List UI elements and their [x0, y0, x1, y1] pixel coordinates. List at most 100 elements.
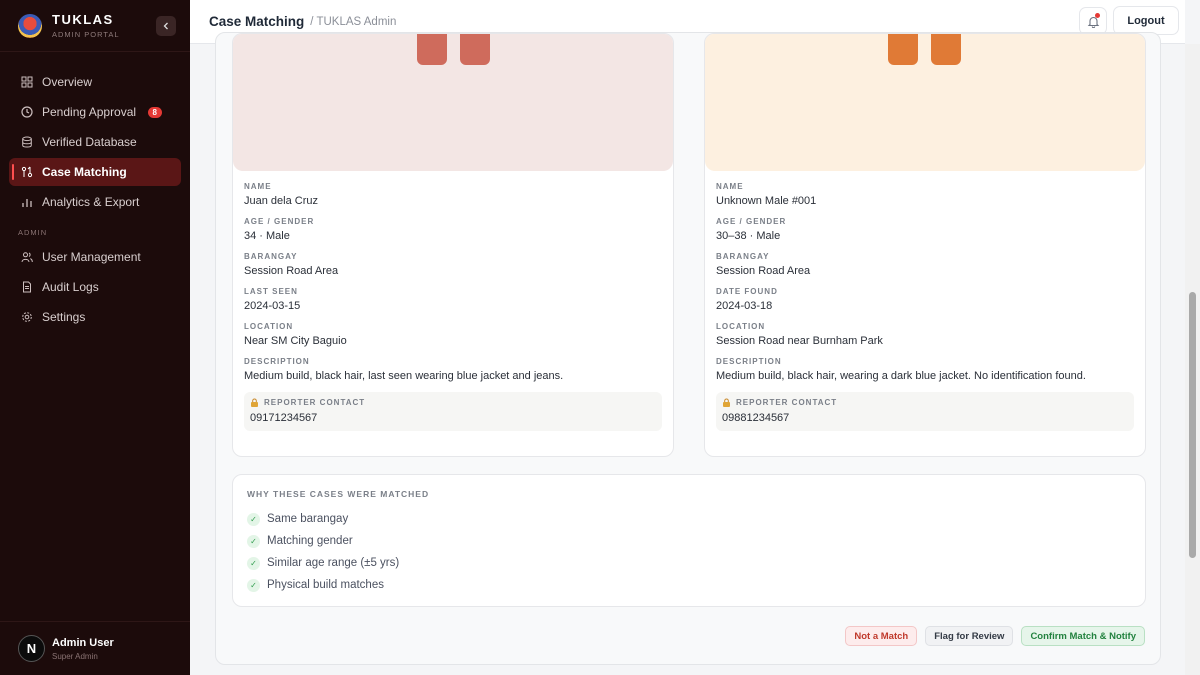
page-scrollbar[interactable]	[1185, 44, 1200, 675]
sidebar-item-label: Settings	[42, 310, 86, 324]
brand-name: TUKLAS	[52, 12, 114, 27]
check-icon: ✓	[247, 512, 260, 526]
user-role: Super Admin	[52, 651, 98, 661]
brand: TUKLAS ADMIN PORTAL	[0, 0, 190, 52]
file-icon	[20, 280, 34, 294]
collapse-sidebar-button[interactable]	[156, 15, 176, 36]
field-value-name: Juan dela Cruz	[244, 195, 318, 207]
field-label-description: DESCRIPTION	[716, 357, 782, 366]
lock-icon	[251, 398, 258, 407]
sidebar-item-pending-approval[interactable]: Pending Approval 8	[9, 98, 181, 126]
contact-phone: 09171234567	[250, 412, 318, 424]
reporter-contact: REPORTER CONTACT 09881234567	[716, 392, 1134, 431]
gear-icon	[20, 310, 34, 324]
pending-count-badge: 8	[147, 106, 162, 118]
field-value-location: Session Road near Burnham Park	[716, 335, 883, 347]
found-person-card: NAME Unknown Male #001 AGE / GENDER 30–3…	[704, 33, 1146, 457]
field-label-name: NAME	[716, 182, 744, 191]
field-value-description: Medium build, black hair, last seen wear…	[244, 370, 564, 382]
field-value-name: Unknown Male #001	[716, 195, 817, 207]
brand-subtitle: ADMIN PORTAL	[52, 30, 120, 39]
sidebar-item-user-management[interactable]: User Management	[9, 243, 181, 271]
contact-label: REPORTER CONTACT	[736, 398, 838, 407]
field-label-date-found: DATE FOUND	[716, 287, 778, 296]
sidebar-item-label: User Management	[42, 250, 141, 264]
missing-person-card: NAME Juan dela Cruz AGE / GENDER 34 · Ma…	[232, 33, 674, 457]
flag-for-review-button[interactable]: Flag for Review	[925, 626, 1014, 646]
field-label-description: DESCRIPTION	[244, 357, 310, 366]
sidebar-item-settings[interactable]: Settings	[9, 303, 181, 331]
field-label-barangay: BARANGAY	[244, 252, 298, 261]
match-panel: NAME Juan dela Cruz AGE / GENDER 34 · Ma…	[215, 32, 1161, 665]
field-label-name: NAME	[244, 182, 272, 191]
confirm-match-button[interactable]: Confirm Match & Notify	[1021, 626, 1145, 646]
avatar: N	[18, 635, 45, 662]
field-value-location: Near SM City Baguio	[244, 335, 347, 347]
sidebar-item-verified-database[interactable]: Verified Database	[9, 128, 181, 156]
check-icon: ✓	[247, 578, 260, 592]
contact-phone: 09881234567	[722, 412, 790, 424]
case-photo-placeholder	[705, 34, 1145, 171]
notifications-button[interactable]	[1079, 7, 1107, 35]
field-value-last-seen: 2024-03-15	[244, 300, 301, 312]
photo-shape	[931, 34, 961, 65]
field-label-last-seen: LAST SEEN	[244, 287, 298, 296]
field-value-age-gender: 30–38 · Male	[716, 230, 781, 242]
case-photo-placeholder	[233, 34, 673, 171]
match-icon	[20, 165, 34, 179]
field-label-age-gender: AGE / GENDER	[244, 217, 315, 226]
sidebar-item-label: Analytics & Export	[42, 195, 140, 209]
page-title: Case Matching	[209, 14, 305, 29]
match-reason-text: Matching gender	[267, 535, 353, 547]
photo-shape	[888, 34, 918, 65]
grid-icon	[20, 75, 34, 89]
photo-shape	[460, 34, 490, 65]
match-reasons-title: WHY THESE CASES WERE MATCHED	[247, 489, 430, 499]
match-actions: Not a Match Flag for Review Confirm Matc…	[845, 626, 1145, 646]
scrollbar-thumb[interactable]	[1189, 292, 1196, 558]
sidebar-item-overview[interactable]: Overview	[9, 68, 181, 96]
check-icon: ✓	[247, 534, 260, 548]
sidebar-item-label: Case Matching	[42, 165, 127, 179]
bar-chart-icon	[20, 195, 34, 209]
field-value-date-found: 2024-03-18	[716, 300, 773, 312]
match-reason: ✓ Same barangay	[247, 508, 1131, 530]
user-name: Admin User	[52, 636, 114, 649]
field-value-barangay: Session Road Area	[716, 265, 811, 277]
contact-label: REPORTER CONTACT	[264, 398, 366, 407]
current-user[interactable]: N Admin User Super Admin	[0, 621, 190, 675]
sidebar-item-audit-logs[interactable]: Audit Logs	[9, 273, 181, 301]
clock-icon	[20, 105, 34, 119]
breadcrumb: / TUKLAS Admin	[310, 15, 397, 28]
sidebar-item-case-matching[interactable]: Case Matching	[9, 158, 181, 186]
match-reasons-card: WHY THESE CASES WERE MATCHED ✓ Same bara…	[232, 474, 1146, 607]
photo-shape	[417, 34, 447, 65]
field-value-age-gender: 34 · Male	[244, 230, 290, 242]
field-label-age-gender: AGE / GENDER	[716, 217, 787, 226]
match-reason-text: Similar age range (±5 yrs)	[267, 557, 400, 569]
match-reason: ✓ Physical build matches	[247, 574, 1131, 596]
field-label-location: LOCATION	[244, 322, 294, 331]
check-icon: ✓	[247, 556, 260, 570]
logout-button[interactable]: Logout	[1113, 6, 1179, 35]
match-reason: ✓ Similar age range (±5 yrs)	[247, 552, 1131, 574]
sidebar-nav: Overview Pending Approval 8 Verified Dat…	[0, 52, 190, 331]
sidebar: TUKLAS ADMIN PORTAL Overview Pending App…	[0, 0, 190, 675]
sidebar-item-label: Overview	[42, 75, 93, 89]
match-reason-text: Physical build matches	[267, 579, 384, 591]
reporter-contact: REPORTER CONTACT 09171234567	[244, 392, 662, 431]
field-label-barangay: BARANGAY	[716, 252, 770, 261]
tuklas-logo	[18, 13, 42, 38]
sidebar-item-analytics-export[interactable]: Analytics & Export	[9, 188, 181, 216]
not-a-match-button[interactable]: Not a Match	[845, 626, 918, 646]
users-icon	[20, 250, 34, 264]
database-icon	[20, 135, 34, 149]
notification-dot	[1095, 13, 1100, 18]
chevron-left-icon	[163, 22, 168, 29]
lock-icon	[723, 398, 730, 407]
sidebar-item-label: Verified Database	[42, 135, 137, 149]
field-label-location: LOCATION	[716, 322, 766, 331]
match-reason-text: Same barangay	[267, 513, 349, 525]
match-reason: ✓ Matching gender	[247, 530, 1131, 552]
admin-section-label: ADMIN	[18, 228, 48, 237]
